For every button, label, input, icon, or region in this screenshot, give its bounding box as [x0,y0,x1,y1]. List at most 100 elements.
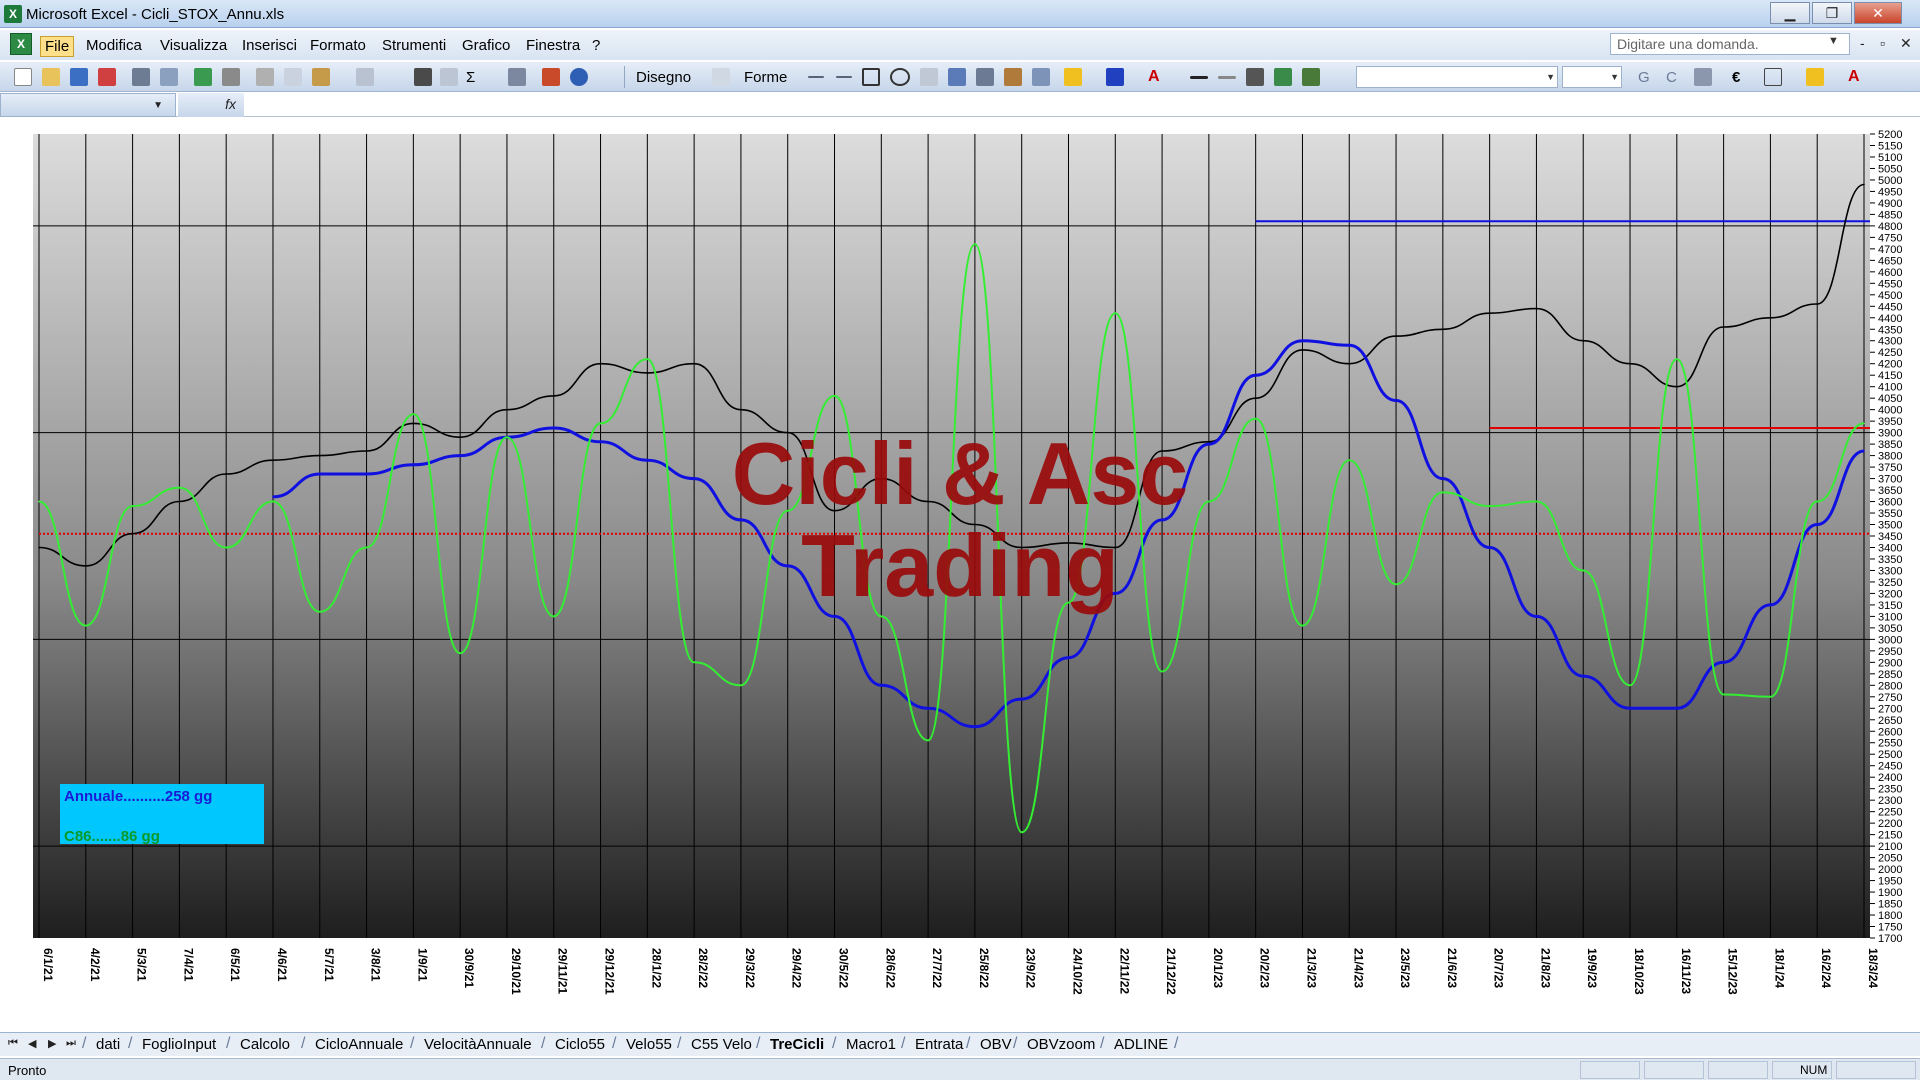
print-preview-icon[interactable] [160,68,178,86]
arrow-style-icon[interactable] [1246,68,1264,86]
3d-style-icon[interactable] [1302,68,1320,86]
fx-icon[interactable]: fx [178,93,244,117]
sheet-tab-ciclo55[interactable]: Ciclo55 [555,1036,605,1053]
menu-modifica[interactable]: Modifica [82,36,146,55]
sheet-tab-obv[interactable]: OBV [980,1036,1012,1053]
disegno-menu[interactable]: Disegno [636,69,691,86]
menu-file[interactable]: File [40,36,75,57]
sigma-icon[interactable]: Σ [466,69,475,86]
autosum-icon[interactable] [440,68,458,86]
prev-sheet-icon[interactable]: ◀ [28,1037,36,1050]
cut-icon[interactable] [256,68,274,86]
font-name-dropdown[interactable]: ▼ [1356,66,1558,88]
x-tick-label: 29/4/22 [790,948,804,988]
line-tool-icon[interactable] [808,76,824,78]
data-point-price [740,408,742,411]
rectangle-tool-icon[interactable] [862,68,880,86]
y-tick-label: 2250 [1878,807,1902,819]
close-button[interactable]: ✕ [1854,2,1902,24]
textbox-icon[interactable] [920,68,938,86]
undo-icon[interactable] [356,68,374,86]
next-sheet-icon[interactable]: ▶ [48,1037,56,1050]
align-center-icon[interactable] [1694,68,1712,86]
print-icon[interactable] [132,68,150,86]
dash-style-icon[interactable] [1218,76,1236,79]
data-point-c86-cycle [131,505,134,507]
shadow-style-icon[interactable] [1274,68,1292,86]
maximize-button[interactable]: ❐ [1812,2,1852,24]
spelling-icon[interactable] [194,68,212,86]
line-style-icon[interactable] [1190,76,1208,79]
borders-icon[interactable] [1764,68,1782,86]
euro-button[interactable]: € [1732,69,1740,86]
bold-button[interactable]: G [1638,69,1650,86]
menu-inserisci[interactable]: Inserisci [238,36,301,55]
permission-icon[interactable] [98,68,116,86]
y-tick-label: 2900 [1878,657,1902,669]
legend-box[interactable]: Annuale..........258 gg C86.......86 gg [60,784,264,845]
forme-menu[interactable]: Forme [744,69,787,86]
chevron-down-icon[interactable]: ▼ [153,100,163,111]
research-icon[interactable] [222,68,240,86]
sheet-tab-trecicli[interactable]: TreCicli [770,1036,824,1053]
line-color-icon[interactable] [1106,68,1124,86]
menu-formato[interactable]: Formato [306,36,370,55]
help-icon[interactable] [570,68,588,86]
sheet-tab-entrata[interactable]: Entrata [915,1036,963,1053]
select-pointer-icon[interactable] [712,68,730,86]
sheet-tab-foglioinput[interactable]: FoglioInput [142,1036,216,1053]
paste-icon[interactable] [312,68,330,86]
oval-tool-icon[interactable] [890,68,910,86]
save-icon[interactable] [70,68,88,86]
sheet-tab-macro1[interactable]: Macro1 [846,1036,896,1053]
sheet-tab-obvzoom[interactable]: OBVzoom [1027,1036,1095,1053]
menu-grafico[interactable]: Grafico [458,36,514,55]
clipart-icon[interactable] [1004,68,1022,86]
doc-close-button[interactable]: ✕ [1900,35,1912,52]
y-tick-label: 4400 [1878,313,1902,325]
sort-icon[interactable] [508,68,526,86]
data-point-c86-cycle [974,243,976,246]
new-document-icon[interactable] [14,68,32,86]
last-sheet-icon[interactable]: ⏭ [66,1037,76,1050]
sheet-tab-velo55[interactable]: Velo55 [626,1036,672,1053]
doc-minimize-button[interactable]: - [1860,35,1865,51]
fill-color-icon[interactable] [1064,68,1082,86]
diagram-icon[interactable] [976,68,994,86]
arrow-tool-icon[interactable] [836,76,852,78]
menu-visualizza[interactable]: Visualizza [156,36,231,55]
sheet-tab-adline[interactable]: ADLINE [1114,1036,1168,1053]
workbook-icon[interactable]: X [10,33,32,55]
minimize-button[interactable]: ▁ [1770,2,1810,24]
doc-restore-button[interactable]: ▫ [1880,35,1885,51]
insert-picture-icon[interactable] [1032,68,1050,86]
menu-help[interactable]: ? [588,36,604,55]
data-point-c86-cycle [1769,696,1772,698]
font-size-dropdown[interactable]: ▼ [1562,66,1622,88]
y-tick-label: 3450 [1878,531,1902,543]
sheet-tab-velocit-annuale[interactable]: VelocitàAnnuale [424,1036,532,1053]
data-point-price [1395,335,1397,337]
wordart-icon[interactable] [948,68,966,86]
menu-finestra[interactable]: Finestra [522,36,584,55]
y-tick-label: 2450 [1878,761,1902,773]
menu-strumenti[interactable]: Strumenti [378,36,450,55]
italic-button[interactable]: C [1666,69,1677,86]
cell-fill-icon[interactable] [1806,68,1824,86]
status-cell [1644,1061,1704,1079]
hyperlink-icon[interactable] [414,68,432,86]
name-box[interactable]: ▼ [0,93,176,117]
font-color-icon[interactable]: A [1148,68,1166,86]
sheet-tab-c55-velo[interactable]: C55 Velo [691,1036,752,1053]
open-folder-icon[interactable] [42,68,60,86]
sheet-tab-cicloannuale[interactable]: CicloAnnuale [315,1036,403,1053]
first-sheet-icon[interactable]: ⏮ [8,1037,18,1050]
sheet-tab-dati[interactable]: dati [96,1036,120,1053]
help-question-input[interactable]: Digitare una domanda. [1610,33,1850,55]
status-cell [1708,1061,1768,1079]
chevron-down-icon[interactable]: ▼ [1828,35,1839,47]
sheet-tab-calcolo[interactable]: Calcolo [240,1036,290,1053]
chart-wizard-icon[interactable] [542,68,560,86]
cell-font-color-icon[interactable]: A [1848,68,1866,86]
copy-icon[interactable] [284,68,302,86]
